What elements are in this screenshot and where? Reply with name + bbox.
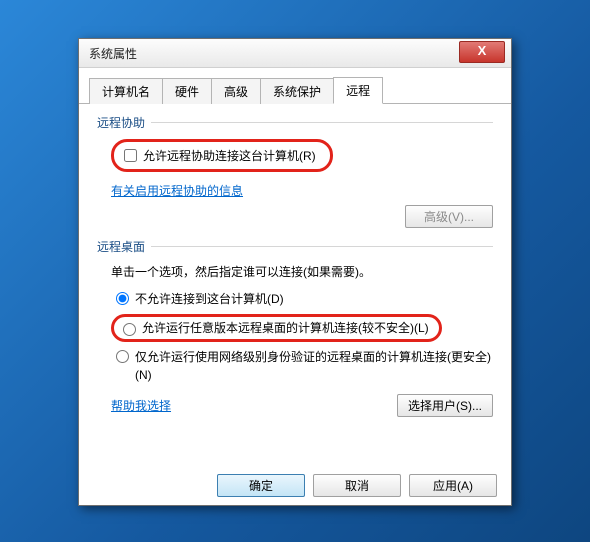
close-button[interactable]: X xyxy=(459,41,505,63)
system-properties-dialog: 系统属性 X 计算机名 硬件 高级 系统保护 远程 远程协助 允许远程协助连接这… xyxy=(78,38,512,506)
apply-button[interactable]: 应用(A) xyxy=(409,474,497,497)
close-icon: X xyxy=(478,43,487,58)
highlight-allow-any-version: 允许运行任意版本远程桌面的计算机连接(较不安全)(L) xyxy=(111,314,442,342)
group-remote-desktop: 远程桌面 单击一个选项，然后指定谁可以连接(如果需要)。 不允许连接到这台计算机… xyxy=(97,238,493,417)
tab-hardware[interactable]: 硬件 xyxy=(162,78,212,104)
ok-button[interactable]: 确定 xyxy=(217,474,305,497)
dialog-button-row: 确定 取消 应用(A) xyxy=(217,474,497,497)
tab-content-remote: 远程协助 允许远程协助连接这台计算机(R) 有关启用远程协助的信息 高级(V).… xyxy=(79,104,511,435)
select-users-button[interactable]: 选择用户(S)... xyxy=(397,394,493,417)
remote-assist-help-link[interactable]: 有关启用远程协助的信息 xyxy=(111,184,243,198)
divider xyxy=(151,246,493,247)
remote-assist-advanced-button[interactable]: 高级(V)... xyxy=(405,205,493,228)
highlight-allow-remote-assist: 允许远程协助连接这台计算机(R) xyxy=(111,139,333,172)
remote-desktop-desc: 单击一个选项，然后指定谁可以连接(如果需要)。 xyxy=(111,263,493,280)
group-remote-assistance-header: 远程协助 xyxy=(97,114,145,131)
cancel-button[interactable]: 取消 xyxy=(313,474,401,497)
tab-system-protection[interactable]: 系统保护 xyxy=(260,78,334,104)
radio-disallow-remote-label: 不允许连接到这台计算机(D) xyxy=(135,290,284,308)
tab-computer-name[interactable]: 计算机名 xyxy=(89,78,163,104)
tab-strip: 计算机名 硬件 高级 系统保护 远程 xyxy=(79,68,511,104)
group-remote-assistance: 远程协助 允许远程协助连接这台计算机(R) 有关启用远程协助的信息 高级(V).… xyxy=(97,114,493,228)
radio-allow-any-version-label: 允许运行任意版本远程桌面的计算机连接(较不安全)(L) xyxy=(142,319,429,337)
tab-advanced[interactable]: 高级 xyxy=(211,78,261,104)
radio-allow-nla-only-label: 仅允许运行使用网络级别身份验证的远程桌面的计算机连接(更安全)(N) xyxy=(135,348,493,384)
window-title: 系统属性 xyxy=(89,45,137,62)
tab-remote[interactable]: 远程 xyxy=(333,77,383,104)
radio-disallow-remote[interactable] xyxy=(116,292,129,305)
radio-allow-any-version[interactable] xyxy=(123,323,136,336)
allow-remote-assist-checkbox[interactable] xyxy=(124,149,137,162)
titlebar[interactable]: 系统属性 X xyxy=(79,39,511,68)
group-remote-desktop-header: 远程桌面 xyxy=(97,238,145,255)
divider xyxy=(151,122,493,123)
allow-remote-assist-label: 允许远程协助连接这台计算机(R) xyxy=(143,147,316,164)
help-me-choose-link[interactable]: 帮助我选择 xyxy=(111,397,171,414)
radio-allow-nla-only[interactable] xyxy=(116,350,129,363)
